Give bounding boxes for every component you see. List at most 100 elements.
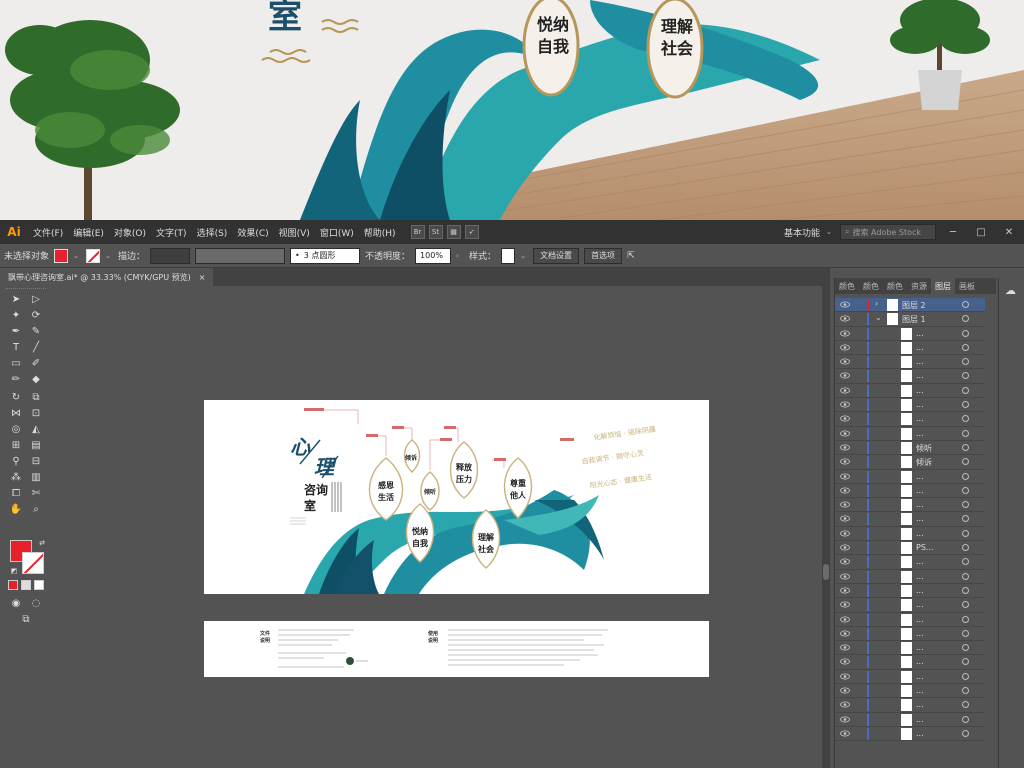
chevron-down-icon[interactable]: ⌄: [826, 228, 834, 236]
artboard-notes[interactable]: 文件 说明 使用 说明: [204, 621, 709, 677]
target-icon[interactable]: [962, 615, 969, 623]
bridge-button[interactable]: Br: [410, 225, 425, 239]
layer-row[interactable]: ...: [835, 470, 985, 484]
target-icon[interactable]: [962, 329, 969, 337]
arrange-documents-icon[interactable]: ▦: [446, 225, 461, 239]
chevron-down-icon[interactable]: ⌄: [73, 252, 81, 260]
minimize-icon[interactable]: ─: [942, 227, 964, 238]
target-icon[interactable]: [962, 358, 969, 366]
preferences-button[interactable]: 首选项: [584, 247, 623, 264]
swap-colors-icon[interactable]: ⇄: [34, 536, 50, 550]
target-icon[interactable]: [962, 729, 969, 737]
layer-row[interactable]: ...: [835, 384, 985, 399]
eye-icon[interactable]: [840, 700, 850, 709]
eye-icon[interactable]: [840, 686, 850, 695]
eye-icon[interactable]: [840, 486, 850, 495]
target-icon[interactable]: [962, 343, 969, 351]
eye-icon[interactable]: [840, 529, 850, 538]
menu-type[interactable]: 文字(T): [151, 226, 192, 239]
tab-artboards[interactable]: 画板: [955, 281, 979, 292]
stroke-color-swatch[interactable]: [86, 248, 101, 263]
default-colors-icon[interactable]: ◩: [6, 564, 22, 578]
workspace-switcher[interactable]: 基本功能: [784, 226, 820, 239]
target-icon[interactable]: [962, 515, 969, 523]
eye-icon[interactable]: [840, 371, 850, 380]
layer-row[interactable]: ...: [835, 412, 985, 427]
rotate-tool-icon[interactable]: ↻: [8, 390, 24, 404]
graphic-style-swatch[interactable]: [501, 247, 516, 264]
layer-row[interactable]: ...: [835, 627, 985, 642]
color-mode-icon[interactable]: [8, 580, 18, 590]
layer-row[interactable]: ...: [835, 670, 985, 685]
opacity-field[interactable]: 100%: [415, 247, 452, 264]
target-icon[interactable]: [962, 429, 969, 437]
tab-layers[interactable]: 图层: [931, 278, 955, 294]
paintbrush-tool-icon[interactable]: ✐: [28, 356, 44, 370]
stock-search-input[interactable]: ⌕ 搜索 Adobe Stock: [840, 224, 936, 240]
eye-icon[interactable]: [840, 429, 850, 438]
layer-row[interactable]: ...: [835, 484, 985, 499]
tab-color-guide[interactable]: 颜色: [859, 281, 883, 292]
curvature-tool-icon[interactable]: ✎: [28, 324, 44, 338]
target-icon[interactable]: [962, 315, 969, 323]
menu-window[interactable]: 窗口(W): [315, 226, 359, 239]
rectangle-tool-icon[interactable]: ▭: [8, 356, 24, 370]
draw-inside-icon[interactable]: ◌: [28, 596, 44, 610]
canvas-vertical-scrollbar[interactable]: [822, 286, 830, 768]
screen-mode-icon[interactable]: ⧉: [18, 612, 34, 626]
draw-mode-icon[interactable]: ◉: [8, 596, 24, 610]
target-icon[interactable]: [962, 644, 969, 652]
layer-row[interactable]: ...: [835, 598, 985, 613]
magic-wand-tool-icon[interactable]: ✦: [8, 308, 24, 322]
eye-icon[interactable]: [840, 300, 850, 309]
target-icon[interactable]: [962, 386, 969, 394]
shaper-tool-icon[interactable]: ✏: [8, 372, 24, 386]
eye-icon[interactable]: [840, 543, 850, 552]
menu-file[interactable]: 文件(F): [28, 226, 68, 239]
canvas-area[interactable]: 心 理 咨询 室 感恩 生活 倾诉 倾听 释放 压力 尊重 他人 悦纳 自我 理…: [52, 286, 830, 768]
fill-color-swatch[interactable]: [54, 248, 69, 263]
layer-row[interactable]: ...: [835, 698, 985, 713]
eye-icon[interactable]: [840, 629, 850, 638]
layer-row[interactable]: ⌄ 图层 1: [835, 312, 985, 327]
symbol-sprayer-tool-icon[interactable]: ⁂: [8, 470, 24, 484]
gradient-tool-icon[interactable]: ▤: [28, 438, 44, 452]
eye-icon[interactable]: [840, 472, 850, 481]
target-icon[interactable]: [962, 572, 969, 580]
eye-icon[interactable]: [840, 572, 850, 581]
close-icon[interactable]: ✕: [998, 227, 1020, 238]
target-icon[interactable]: [962, 715, 969, 723]
eye-icon[interactable]: [840, 729, 850, 738]
chevron-down-icon[interactable]: ⌄: [520, 252, 528, 260]
mesh-tool-icon[interactable]: ⊞: [8, 438, 24, 452]
chevron-right-icon[interactable]: ›: [456, 252, 464, 260]
eye-icon[interactable]: [840, 443, 850, 452]
type-tool-icon[interactable]: T: [8, 340, 24, 354]
eye-icon[interactable]: [840, 314, 850, 323]
panel-grip[interactable]: [6, 288, 46, 291]
stock-button[interactable]: St: [428, 225, 443, 239]
layer-row[interactable]: ...: [835, 427, 985, 441]
layer-row[interactable]: 倾听: [835, 441, 985, 456]
layer-row[interactable]: ...: [835, 369, 985, 384]
target-icon[interactable]: [962, 658, 969, 666]
arrange-icon[interactable]: ⇱: [627, 251, 635, 261]
column-graph-tool-icon[interactable]: ▥: [28, 470, 44, 484]
layer-row[interactable]: ...: [835, 684, 985, 699]
eye-icon[interactable]: [840, 657, 850, 666]
chevron-down-icon[interactable]: ⌄: [105, 252, 113, 260]
eye-icon[interactable]: [840, 414, 850, 423]
menu-object[interactable]: 对象(O): [109, 226, 151, 239]
target-icon[interactable]: [962, 501, 969, 509]
eye-icon[interactable]: [840, 715, 850, 724]
target-icon[interactable]: [962, 629, 969, 637]
eyedropper-tool-icon[interactable]: ⚲: [8, 454, 24, 468]
target-icon[interactable]: [962, 415, 969, 423]
target-icon[interactable]: [962, 586, 969, 594]
gpu-performance-icon[interactable]: ➶: [464, 225, 479, 239]
eye-icon[interactable]: [840, 343, 850, 352]
layer-row[interactable]: ...: [835, 570, 985, 584]
hand-tool-icon[interactable]: ✋: [8, 502, 24, 516]
menu-select[interactable]: 选择(S): [192, 226, 233, 239]
lasso-tool-icon[interactable]: ⟳: [28, 308, 44, 322]
